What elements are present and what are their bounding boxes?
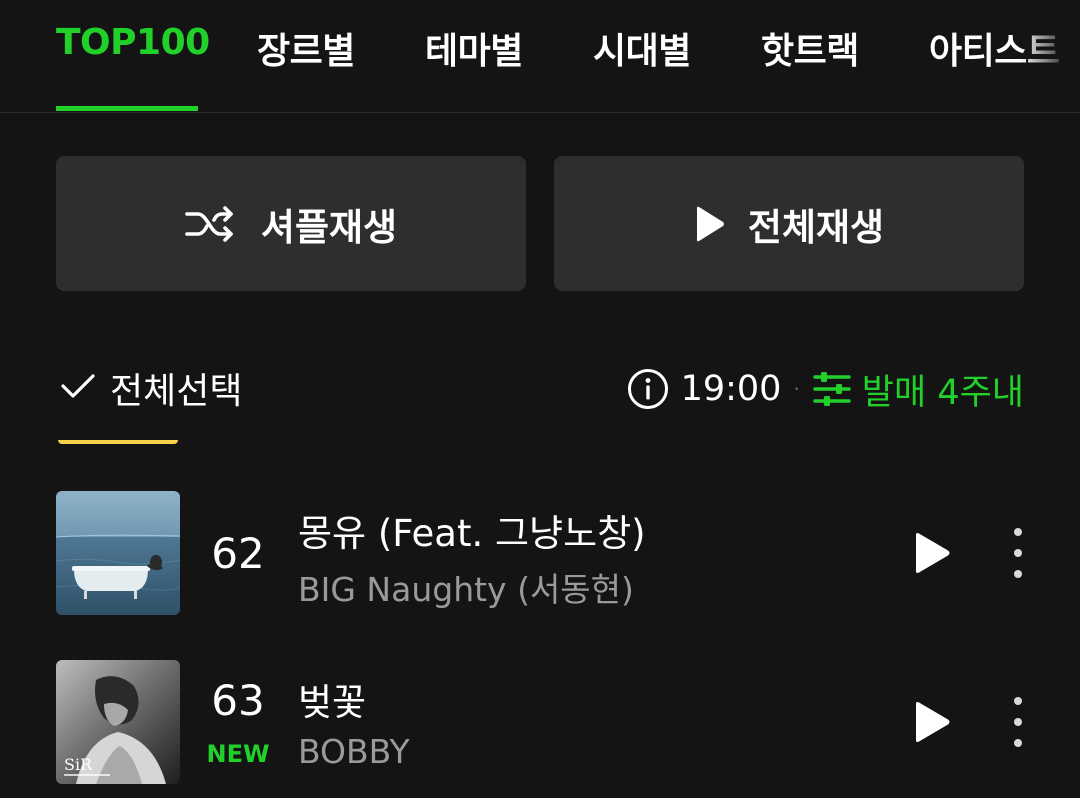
meta-separator: · — [793, 377, 800, 401]
info-icon[interactable] — [627, 368, 669, 410]
tab-hot-track[interactable]: 핫트랙 — [761, 22, 859, 74]
tab-top100[interactable]: TOP100 — [56, 22, 210, 63]
update-time: 19:00 — [680, 369, 782, 409]
song-title[interactable]: 벚꽃 — [298, 672, 366, 726]
select-all-label: 전체선택 — [110, 371, 243, 412]
new-badge: NEW — [206, 740, 270, 768]
category-tab-bar: TOP100 장르별 테마별 시대별 핫트랙 아티스트 — [0, 0, 1080, 113]
more-options-icon[interactable] — [1006, 697, 1030, 747]
play-song-button[interactable] — [912, 700, 952, 744]
svg-text:SiR: SiR — [64, 755, 93, 774]
play-icon — [694, 205, 726, 243]
album-art[interactable] — [56, 491, 180, 615]
chart-meta: 19:00 · 발매 4주내 — [627, 364, 1024, 414]
sliders-icon — [812, 371, 852, 407]
chart-rank: 62 — [211, 529, 265, 578]
select-all-toggle[interactable]: 전체선택 — [60, 362, 242, 414]
play-song-button[interactable] — [912, 531, 952, 575]
shuffle-icon — [185, 205, 239, 242]
release-filter-label: 발매 4주내 — [861, 372, 1024, 413]
album-art[interactable]: SiR — [56, 660, 180, 784]
shuffle-play-button[interactable]: 셔플재생 — [56, 156, 526, 291]
play-all-label: 전체재생 — [747, 205, 885, 249]
active-tab-indicator — [56, 106, 198, 111]
song-row[interactable]: 62 몽유 (Feat. 그냥노창) BIG Naughty (서동현) — [0, 491, 1080, 615]
tab-era[interactable]: 시대별 — [593, 22, 691, 74]
song-title[interactable]: 몽유 (Feat. 그냥노창) — [298, 503, 646, 557]
tab-theme[interactable]: 테마별 — [425, 22, 523, 74]
play-icon — [916, 702, 950, 742]
release-filter-button[interactable]: 발매 4주내 — [812, 364, 1024, 415]
chart-rank: 63 — [211, 676, 265, 725]
tab-genre[interactable]: 장르별 — [257, 22, 355, 74]
highlight-bar — [58, 440, 178, 444]
shuffle-play-label: 셔플재생 — [260, 205, 398, 249]
artist-name[interactable]: BOBBY — [298, 732, 410, 771]
play-icon — [916, 533, 950, 573]
check-icon — [60, 372, 96, 404]
more-options-icon[interactable] — [1006, 528, 1030, 578]
play-all-button[interactable]: 전체재생 — [554, 156, 1024, 291]
artist-name[interactable]: BIG Naughty (서동현) — [298, 563, 634, 611]
tab-overflow-fade — [1020, 0, 1080, 100]
song-row[interactable]: SiR 63 NEW 벚꽃 BOBBY — [0, 660, 1080, 784]
